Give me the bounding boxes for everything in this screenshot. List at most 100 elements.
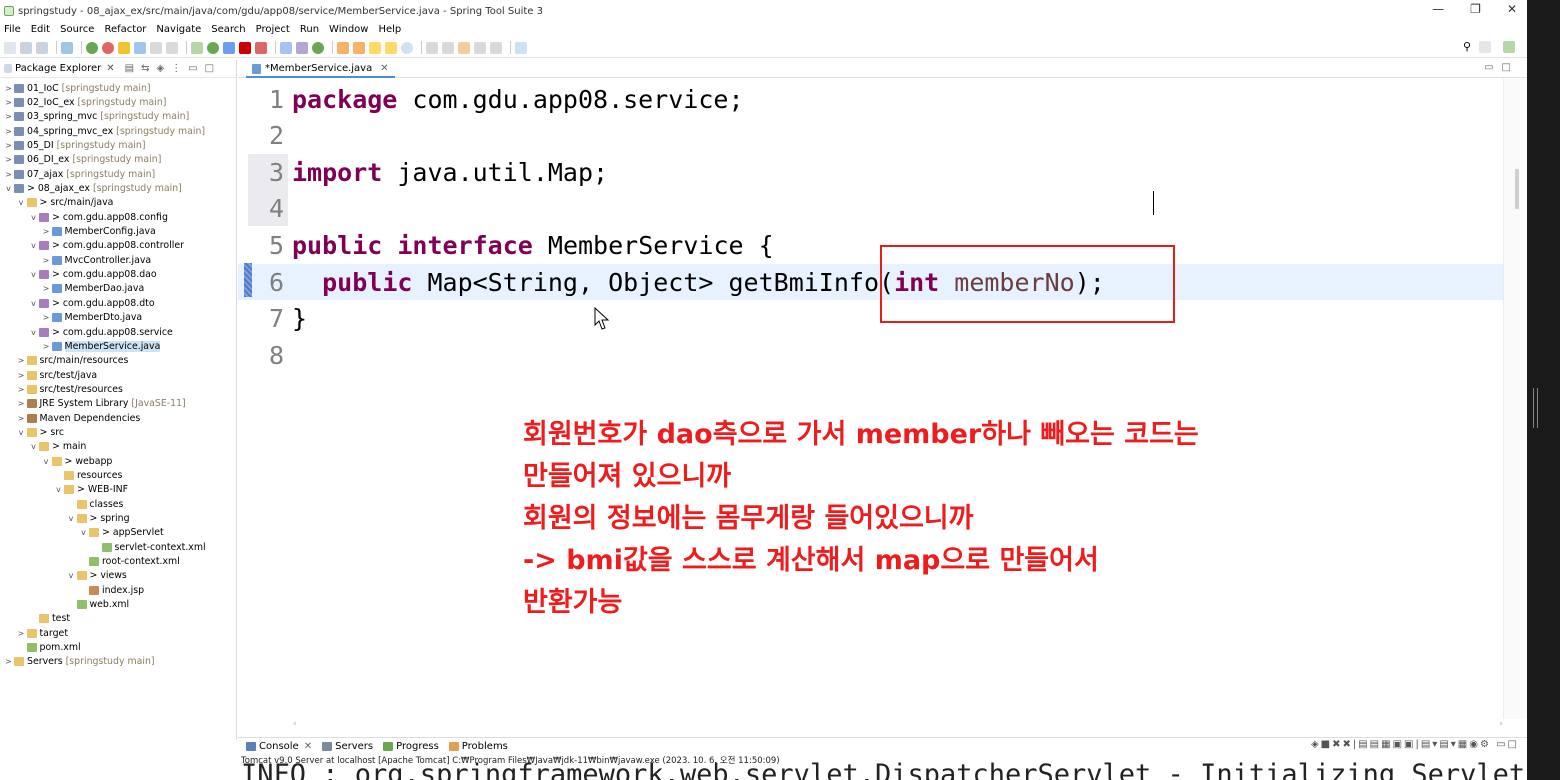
close-icon[interactable]: ✕ bbox=[106, 63, 114, 74]
collapsed-twisty-icon[interactable]: > bbox=[17, 356, 26, 365]
editor-view-controls[interactable]: ▭□ bbox=[1484, 62, 1519, 73]
tree-item[interactable]: v > com.gdu.app08.controller bbox=[0, 239, 237, 253]
external-tools-icon[interactable] bbox=[255, 41, 267, 54]
collapsed-twisty-icon[interactable]: > bbox=[17, 385, 26, 394]
tree-item[interactable]: test bbox=[0, 612, 237, 626]
focus-icon[interactable]: ◈ bbox=[157, 63, 165, 74]
new-icon[interactable] bbox=[4, 41, 16, 54]
tree-item[interactable]: classes bbox=[0, 497, 237, 511]
save-icon[interactable] bbox=[20, 41, 32, 54]
tree-item[interactable]: v > com.gdu.app08.dto bbox=[0, 296, 237, 310]
tree-item[interactable]: v > views bbox=[0, 569, 237, 583]
tree-item[interactable]: v > com.gdu.app08.dao bbox=[0, 267, 237, 281]
tree-item[interactable]: v > WEB-INF bbox=[0, 483, 237, 497]
save-all-icon[interactable] bbox=[36, 41, 48, 54]
code-line[interactable]: 2 bbox=[238, 118, 1503, 154]
tree-item[interactable]: > MemberService.java bbox=[0, 339, 237, 353]
code-line[interactable]: 7} bbox=[238, 301, 1503, 337]
stop-icon[interactable] bbox=[239, 41, 251, 54]
code-line[interactable]: 1 package com.gdu.app08.service; bbox=[238, 81, 1503, 117]
run-icon[interactable] bbox=[207, 41, 219, 54]
console-toolbar[interactable]: ◈■✖✖|▤▤▦▣▣|▤▾▤▾▦◉⚙ ▭□ bbox=[1311, 739, 1519, 750]
tree-item[interactable]: web.xml bbox=[0, 597, 237, 611]
collapsed-twisty-icon[interactable]: > bbox=[4, 155, 13, 164]
close-icon[interactable]: ✕ bbox=[304, 741, 312, 752]
collapsed-twisty-icon[interactable]: > bbox=[42, 256, 51, 265]
tab-console[interactable]: Console ✕ bbox=[246, 741, 312, 752]
tree-item[interactable]: v > com.gdu.app08.service bbox=[0, 325, 237, 339]
scroll-thumb[interactable] bbox=[1515, 169, 1519, 209]
collapsed-twisty-icon[interactable]: > bbox=[42, 313, 51, 322]
link-editor-icon[interactable]: ⇆ bbox=[141, 63, 149, 74]
collapse-all-icon[interactable]: ▤ bbox=[125, 63, 134, 74]
tree-item[interactable]: > MvcController.java bbox=[0, 253, 237, 267]
open-folder-icon[interactable] bbox=[385, 41, 397, 54]
close-icon[interactable]: ✕ bbox=[380, 63, 388, 74]
tree-item[interactable]: v > src bbox=[0, 425, 237, 439]
open-type-icon[interactable] bbox=[337, 41, 349, 54]
expanded-twisty-icon[interactable]: v bbox=[29, 241, 38, 250]
code-line[interactable]: 3 import java.util.Map; bbox=[238, 154, 1503, 190]
prev-annotation-icon[interactable] bbox=[442, 41, 454, 54]
search-icon[interactable]: ⚲ bbox=[1463, 40, 1471, 53]
collapsed-twisty-icon[interactable]: > bbox=[4, 98, 13, 107]
tree-item[interactable]: v > spring bbox=[0, 511, 237, 525]
tree-item[interactable]: > Servers [springstudy main] bbox=[0, 655, 237, 669]
menu-project[interactable]: Project bbox=[256, 24, 290, 35]
expanded-twisty-icon[interactable]: v bbox=[54, 485, 63, 494]
minimize-button[interactable]: — bbox=[1432, 2, 1444, 16]
tree-item[interactable]: >01_IoC [springstudy main] bbox=[0, 81, 237, 95]
resize-grip[interactable] bbox=[1533, 388, 1538, 428]
collapsed-twisty-icon[interactable]: > bbox=[17, 629, 26, 638]
tree-item[interactable]: >02_IoC_ex [springstudy main] bbox=[0, 95, 237, 109]
open-task-icon[interactable] bbox=[353, 41, 365, 54]
highlight-icon[interactable] bbox=[118, 41, 130, 54]
tree-item[interactable]: > src/test/resources bbox=[0, 382, 237, 396]
tree-item[interactable]: v > appServlet bbox=[0, 526, 237, 540]
new-java-project-icon[interactable] bbox=[280, 41, 292, 54]
collapsed-twisty-icon[interactable]: > bbox=[42, 227, 51, 236]
tree-item[interactable]: v > com.gdu.app08.config bbox=[0, 210, 237, 224]
expanded-twisty-icon[interactable]: v bbox=[29, 213, 38, 222]
collapsed-twisty-icon[interactable]: > bbox=[17, 414, 26, 423]
expanded-twisty-icon[interactable]: v bbox=[67, 571, 76, 580]
tree-item[interactable]: >04_spring_mvc_ex [springstudy main] bbox=[0, 124, 237, 138]
tree-item[interactable]: >03_spring_mvc [springstudy main] bbox=[0, 110, 237, 124]
tree-item[interactable]: > src/main/resources bbox=[0, 354, 237, 368]
maximize-view-icon[interactable]: □ bbox=[205, 63, 214, 74]
tab-problems[interactable]: Problems bbox=[448, 741, 508, 752]
tree-item[interactable]: index.jsp bbox=[0, 583, 237, 597]
maximize-button[interactable]: ❐ bbox=[1470, 2, 1481, 16]
tree-item[interactable]: v > main bbox=[0, 440, 237, 454]
tree-item[interactable]: resources bbox=[0, 468, 237, 482]
new-class-icon[interactable] bbox=[312, 41, 324, 54]
menu-search[interactable]: Search bbox=[211, 24, 245, 35]
java-perspective-icon[interactable] bbox=[1503, 40, 1515, 53]
code-line[interactable]: 4 bbox=[238, 191, 1503, 227]
menu-file[interactable]: File bbox=[4, 24, 21, 35]
menu-source[interactable]: Source bbox=[60, 24, 94, 35]
back-icon[interactable] bbox=[474, 41, 486, 54]
package-explorer-title[interactable]: Package Explorer bbox=[15, 63, 101, 74]
expanded-twisty-icon[interactable]: v bbox=[4, 184, 13, 193]
editor-tab-memberservice[interactable]: *MemberService.java ✕ bbox=[246, 61, 395, 78]
close-button[interactable]: ✕ bbox=[1507, 2, 1517, 16]
code-line[interactable]: 6 public Map<String, Object> getBmiInfo(… bbox=[238, 264, 1503, 300]
tree-item[interactable]: > Maven Dependencies bbox=[0, 411, 237, 425]
boot-dashboard-icon[interactable] bbox=[102, 41, 114, 54]
tree-item[interactable]: >06_DI_ex [springstudy main] bbox=[0, 153, 237, 167]
tree-item[interactable]: >07_ajax [springstudy main] bbox=[0, 167, 237, 181]
tree-item[interactable]: > JRE System Library [JavaSE-11] bbox=[0, 397, 237, 411]
expanded-twisty-icon[interactable]: v bbox=[17, 198, 26, 207]
menu-window[interactable]: Window bbox=[329, 24, 368, 35]
menu-edit[interactable]: Edit bbox=[31, 24, 50, 35]
tree-item[interactable]: servlet-context.xml bbox=[0, 540, 237, 554]
menu-help[interactable]: Help bbox=[378, 24, 401, 35]
tree-item[interactable]: > src/test/java bbox=[0, 368, 237, 382]
menu-run[interactable]: Run bbox=[300, 24, 319, 35]
open-perspective-icon[interactable] bbox=[1479, 40, 1491, 53]
tree-item[interactable]: > MemberDao.java bbox=[0, 282, 237, 296]
expanded-twisty-icon[interactable]: v bbox=[29, 442, 38, 451]
editor-horizontal-scrollbar[interactable]: ‹ › bbox=[285, 719, 1503, 729]
expanded-twisty-icon[interactable]: v bbox=[67, 514, 76, 523]
